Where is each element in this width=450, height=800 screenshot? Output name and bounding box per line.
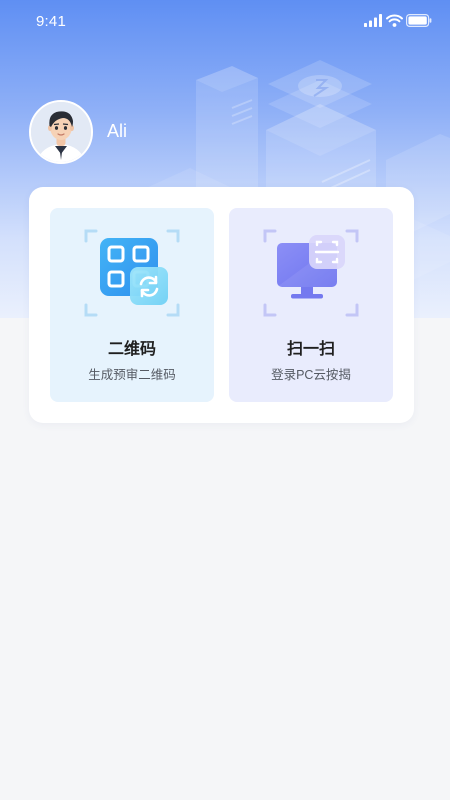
status-bar: 9:41 — [0, 0, 450, 44]
wifi-icon — [386, 14, 403, 27]
avatar[interactable] — [29, 100, 93, 164]
qr-code-button[interactable]: 二维码 生成预审二维码 — [50, 208, 214, 402]
username: Ali — [107, 121, 128, 141]
qr-code-icon — [84, 229, 180, 317]
signal-icon — [364, 14, 382, 27]
qr-code-title: 二维码 — [107, 341, 156, 358]
qr-code-subtitle: 生成预审二维码 — [88, 368, 176, 382]
scan-button[interactable]: 扫一扫 登录PC云按揭 — [229, 208, 393, 402]
avatar-image — [31, 102, 91, 162]
status-time: 9:41 — [36, 13, 66, 30]
battery-icon — [406, 14, 432, 27]
quick-actions-card: 二维码 生成预审二维码 扫一扫 登录PC云按揭 — [29, 187, 414, 423]
scan-monitor-icon — [263, 229, 359, 317]
scan-subtitle: 登录PC云按揭 — [271, 368, 351, 382]
status-icons — [362, 14, 432, 30]
scan-title: 扫一扫 — [286, 341, 335, 358]
